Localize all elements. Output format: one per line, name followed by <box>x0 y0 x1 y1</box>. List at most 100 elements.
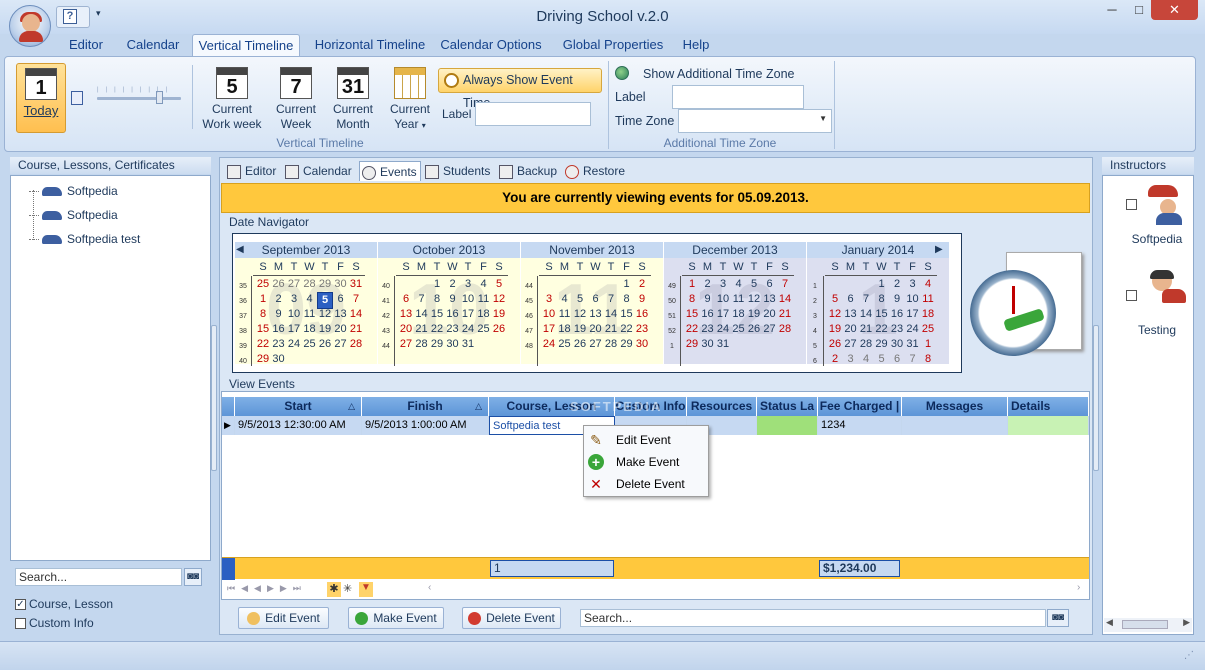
calendar-day[interactable]: 21 <box>348 322 364 337</box>
calendar-day[interactable]: 1 <box>429 277 445 292</box>
calendar-day[interactable]: 14 <box>348 307 364 322</box>
calendar-day[interactable]: 5 <box>746 277 762 292</box>
globe-icon[interactable] <box>615 66 629 80</box>
calendar-day[interactable]: 24 <box>286 337 302 352</box>
calendar-day[interactable]: 25 <box>476 322 492 337</box>
calendar-day[interactable]: 23 <box>889 322 905 337</box>
calendar-day[interactable]: 15 <box>619 307 635 322</box>
calendar-day[interactable]: 18 <box>920 307 936 322</box>
calendar-day[interactable]: 31 <box>348 277 364 292</box>
calendar-day[interactable]: 30 <box>271 352 287 367</box>
calendar-day[interactable]: 4 <box>858 352 874 367</box>
subtab-calendar[interactable]: Calendar <box>285 161 352 181</box>
calendar-day[interactable]: 1 <box>684 277 700 292</box>
events-search-input[interactable]: Search... <box>580 609 1046 627</box>
current-month-button[interactable]: 31 Current Month <box>328 67 378 132</box>
current-year-button[interactable]: Current Year ▾ <box>385 67 435 133</box>
calendar-day[interactable]: 20 <box>588 322 604 337</box>
col-start[interactable]: Start △ <box>235 397 362 416</box>
calendar-day[interactable]: 14 <box>603 307 619 322</box>
calendar-day[interactable]: 19 <box>746 307 762 322</box>
calendar-day[interactable]: 14 <box>858 307 874 322</box>
calendar-day[interactable]: 10 <box>541 307 557 322</box>
calendar-day[interactable]: 26 <box>827 337 843 352</box>
calendar-day[interactable]: 12 <box>317 307 333 322</box>
scroll-left-icon[interactable]: ‹ <box>428 582 431 593</box>
col-details[interactable]: Details <box>1008 397 1089 416</box>
calendar-day[interactable]: 17 <box>286 322 302 337</box>
col-resources[interactable]: Resources <box>687 397 757 416</box>
month-header[interactable]: January 2014 <box>807 242 949 258</box>
calendar-day[interactable]: 1 <box>255 292 271 307</box>
calendar-day[interactable]: 4 <box>920 277 936 292</box>
calendar-day[interactable]: 18 <box>476 307 492 322</box>
menu-item-make-event[interactable]: Make Event <box>616 455 679 469</box>
calendar-day[interactable]: 4 <box>302 292 318 307</box>
calendar-day[interactable]: 1 <box>874 277 890 292</box>
calendar-day[interactable]: 13 <box>333 307 349 322</box>
calendar-day[interactable]: 30 <box>889 337 905 352</box>
calendar-day[interactable]: 26 <box>572 337 588 352</box>
calendar-day[interactable]: 21 <box>414 322 430 337</box>
make-event-button[interactable]: Make Event <box>348 607 444 629</box>
calendar-day[interactable]: 19 <box>317 322 333 337</box>
tab-global-properties[interactable]: Global Properties <box>558 34 668 56</box>
calendar-day[interactable]: 12 <box>491 292 507 307</box>
calendar-day[interactable]: 28 <box>603 337 619 352</box>
minimize-button[interactable]: ─ <box>1097 0 1127 20</box>
calendar-day[interactable]: 20 <box>762 307 778 322</box>
new-record-icon[interactable]: ✳ <box>343 582 352 595</box>
timescale-slider[interactable] <box>97 97 181 100</box>
calendar-day[interactable]: 21 <box>777 307 793 322</box>
calendar-day[interactable]: 6 <box>889 352 905 367</box>
calendar-day[interactable]: 27 <box>762 322 778 337</box>
calendar-day[interactable]: 3 <box>541 292 557 307</box>
calendar-day[interactable]: 26 <box>317 337 333 352</box>
calendar-day[interactable]: 3 <box>286 292 302 307</box>
month-header[interactable]: October 2013 <box>378 242 520 258</box>
calendar-day[interactable]: 20 <box>333 322 349 337</box>
calendar-day[interactable]: 2 <box>827 352 843 367</box>
calendar-day[interactable]: 7 <box>905 352 921 367</box>
calendar-day[interactable]: 13 <box>588 307 604 322</box>
calendar-day[interactable]: 9 <box>634 292 650 307</box>
resize-grip-icon[interactable]: ⋰ <box>1184 650 1194 661</box>
calendar-day[interactable]: 25 <box>255 277 271 292</box>
edit-event-button[interactable]: Edit Event <box>238 607 329 629</box>
calendar-day[interactable]: 29 <box>255 352 271 367</box>
calendar-day[interactable]: 12 <box>746 292 762 307</box>
help-icon[interactable]: ? <box>63 9 77 24</box>
calendar-day[interactable]: 18 <box>302 322 318 337</box>
calendar-day[interactable]: 9 <box>445 292 461 307</box>
instructor-name[interactable]: Testing <box>1102 323 1205 337</box>
calendar-day[interactable]: 6 <box>333 292 349 307</box>
show-additional-time-zone[interactable]: Show Additional Time Zone <box>643 67 794 81</box>
cell-start[interactable]: 9/5/2013 12:30:00 AM <box>235 416 362 435</box>
calendar-day[interactable]: 5 <box>874 352 890 367</box>
subtab-backup[interactable]: Backup <box>499 161 557 181</box>
delete-event-button[interactable]: Delete Event <box>462 607 561 629</box>
calendar-day[interactable]: 4 <box>476 277 492 292</box>
calendar-day[interactable]: 15 <box>429 307 445 322</box>
calendar-day[interactable]: 26 <box>746 322 762 337</box>
calendar-day[interactable]: 28 <box>348 337 364 352</box>
qat-dropdown-icon[interactable]: ▾ <box>96 8 101 19</box>
calendar-day[interactable]: 29 <box>619 337 635 352</box>
tab-help[interactable]: Help <box>674 34 718 56</box>
cell-finish[interactable]: 9/5/2013 1:00:00 AM <box>362 416 489 435</box>
calendar-day[interactable]: 30 <box>445 337 461 352</box>
check-course-lesson[interactable]: ✓ Course, Lesson <box>15 597 113 611</box>
calendar-day[interactable]: 9 <box>700 292 716 307</box>
atz-label-input[interactable] <box>672 85 804 109</box>
record-navigation-icon[interactable]: ⏮◀◀▶▶⏭ <box>227 583 307 594</box>
always-show-event-time-button[interactable]: Always Show Event Time <box>438 68 602 110</box>
calendar-day[interactable]: 9 <box>889 292 905 307</box>
calendar-day[interactable]: 23 <box>445 322 461 337</box>
cell-details[interactable] <box>1008 416 1089 435</box>
calendar-day[interactable]: 12 <box>827 307 843 322</box>
calendar-day[interactable]: 31 <box>905 337 921 352</box>
calendar-day[interactable]: 31 <box>460 337 476 352</box>
calendar-day[interactable]: 8 <box>429 292 445 307</box>
calendar-day[interactable]: 11 <box>920 292 936 307</box>
calendar-day[interactable]: 13 <box>762 292 778 307</box>
